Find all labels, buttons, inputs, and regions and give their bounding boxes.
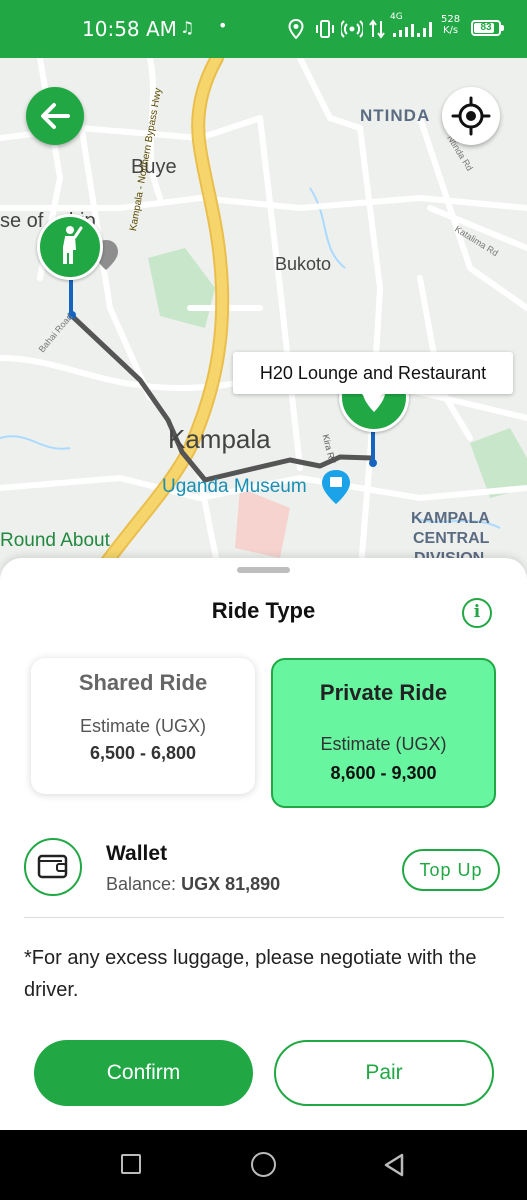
private-ride-range: 8,600 - 9,300 bbox=[330, 763, 437, 783]
wallet-balance-value: UGX 81,890 bbox=[181, 874, 281, 894]
ride-type-sheet: Ride Type i Shared Ride Estimate (UGX) 6… bbox=[0, 558, 527, 1130]
my-location-button[interactable] bbox=[442, 87, 500, 145]
origin-pin[interactable] bbox=[37, 214, 103, 280]
sheet-title: Ride Type bbox=[211, 598, 316, 623]
destination-callout[interactable]: H20 Lounge and Restaurant bbox=[233, 352, 513, 394]
divider bbox=[24, 917, 504, 918]
wallet-glyph bbox=[37, 854, 68, 879]
top-up-button[interactable]: Top Up bbox=[402, 849, 500, 891]
shared-ride-option[interactable]: Shared Ride Estimate (UGX) 6,500 - 6,800 bbox=[31, 658, 255, 794]
back-button[interactable] bbox=[26, 87, 84, 145]
private-ride-option[interactable]: Private Ride Estimate (UGX) 8,600 - 9,30… bbox=[271, 658, 496, 808]
museum-marker-glyph bbox=[330, 477, 342, 487]
confirm-button[interactable]: Confirm bbox=[34, 1040, 253, 1106]
arrow-left-icon bbox=[41, 103, 70, 129]
wallet-balance-label: Balance: bbox=[106, 874, 177, 894]
location-icon bbox=[288, 19, 304, 39]
map-label-kampala: Kampala bbox=[168, 424, 271, 454]
info-icon[interactable]: i bbox=[462, 598, 492, 628]
stream bbox=[0, 435, 71, 450]
battery-icon: 83 bbox=[471, 20, 501, 36]
pair-button[interactable]: Pair bbox=[274, 1040, 494, 1106]
private-ride-title: Private Ride bbox=[319, 680, 448, 705]
walking-person-icon bbox=[63, 226, 83, 264]
signal-icon bbox=[393, 22, 432, 37]
luggage-note: *For any excess luggage, please negotiat… bbox=[24, 947, 477, 1001]
home-icon[interactable] bbox=[251, 1152, 276, 1177]
shared-ride-estimate-label: Estimate (UGX) bbox=[79, 716, 207, 736]
battery-level: 83 bbox=[480, 22, 492, 33]
network-speed: 528 K/s bbox=[441, 14, 460, 36]
battery-nub bbox=[501, 25, 504, 31]
map-label-bukoto: Bukoto bbox=[275, 254, 332, 274]
wallet-title: Wallet bbox=[106, 842, 168, 865]
institution-area bbox=[235, 488, 290, 558]
wallet-icon bbox=[24, 838, 82, 896]
dot-icon: • bbox=[218, 16, 228, 35]
status-bar: 10:58 AM ♫ • 4G 528 K/s 83 bbox=[0, 0, 527, 58]
wallet-balance: Balance: UGX 81,890 bbox=[106, 874, 280, 895]
shared-ride-title: Shared Ride bbox=[78, 670, 208, 695]
crosshair-icon bbox=[451, 96, 491, 136]
callout-tail bbox=[362, 394, 382, 406]
park-area bbox=[148, 248, 215, 328]
map-label-museum: Uganda Museum bbox=[162, 476, 307, 497]
map-label-central-2: CENTRAL bbox=[413, 530, 490, 547]
vibrate-icon bbox=[316, 20, 334, 38]
data-arrows-icon bbox=[369, 19, 385, 39]
recent-apps-icon[interactable] bbox=[121, 1154, 141, 1174]
private-ride-estimate-label: Estimate (UGX) bbox=[320, 734, 447, 754]
shared-ride-range: 6,500 - 6,800 bbox=[89, 743, 197, 763]
destination-dot bbox=[369, 459, 377, 467]
sheet-drag-handle[interactable] bbox=[237, 567, 290, 573]
nav-back-icon[interactable] bbox=[382, 1152, 406, 1178]
hotspot-icon bbox=[341, 20, 363, 38]
map-label-central-1: KAMPALA bbox=[411, 510, 490, 527]
status-time: 10:58 AM bbox=[82, 17, 177, 41]
map-label-roundabout: Round About bbox=[0, 530, 110, 551]
speed-value: 528 bbox=[441, 14, 461, 25]
system-nav-bar bbox=[0, 1130, 527, 1200]
music-note-icon: ♫ bbox=[180, 18, 195, 37]
map-label-ntinda: NTINDA bbox=[360, 106, 431, 125]
speed-unit: K/s bbox=[442, 25, 459, 36]
